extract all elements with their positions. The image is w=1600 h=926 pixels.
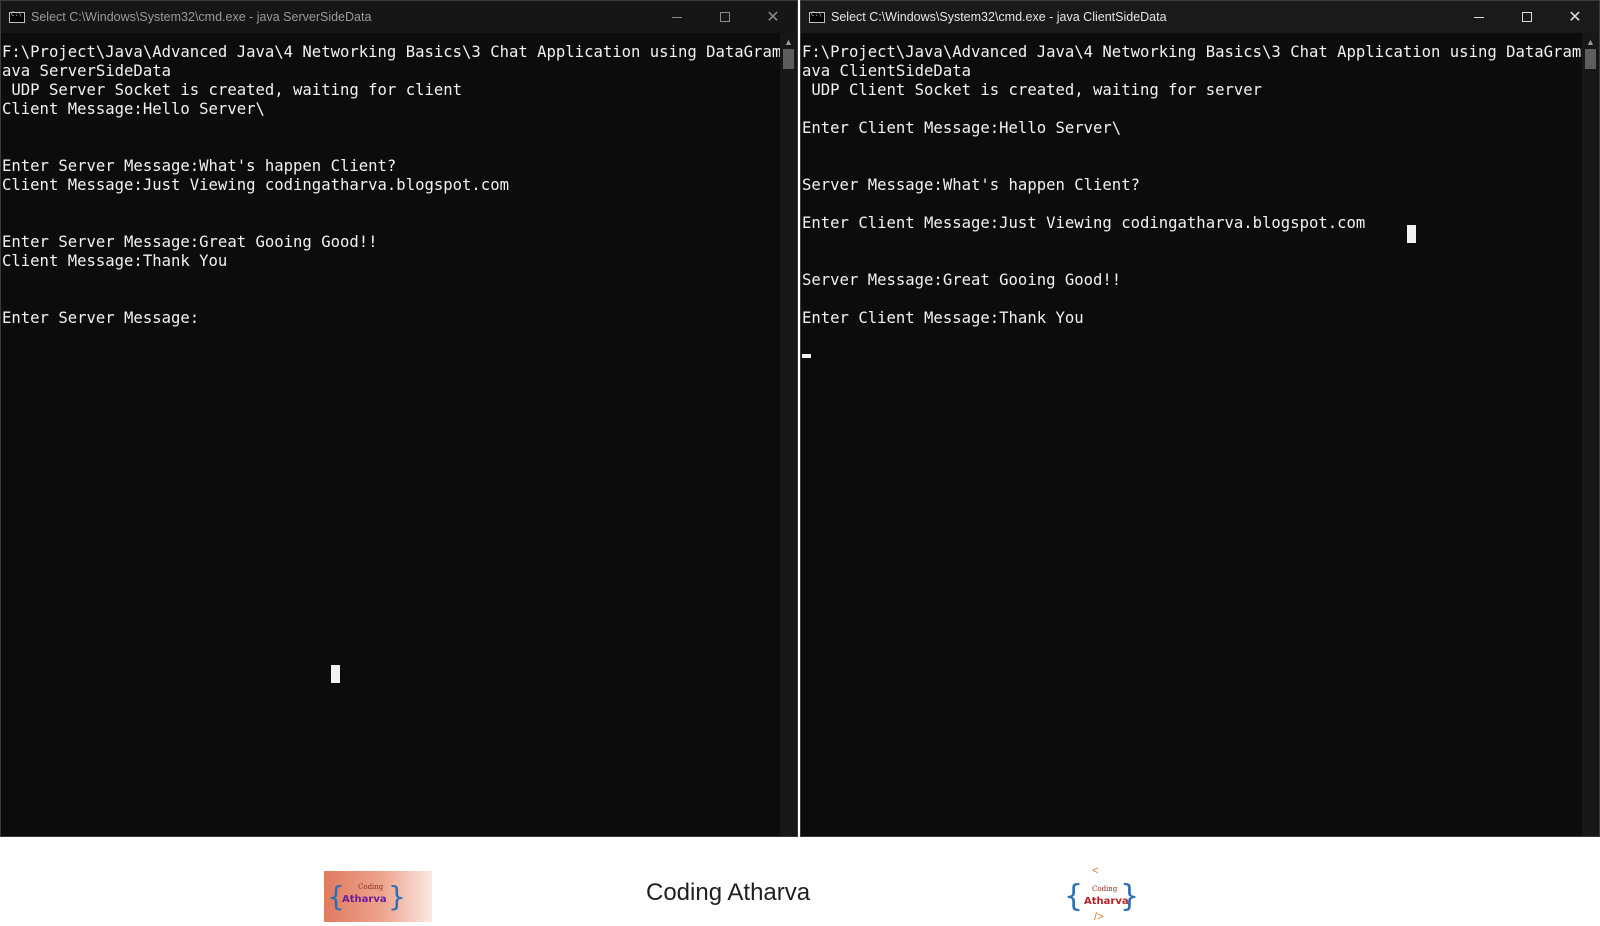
scroll-thumb[interactable]	[1585, 49, 1596, 69]
brace-right: }	[1120, 879, 1140, 914]
client-cmd-window[interactable]: Select C:\Windows\System32\cmd.exe - jav…	[800, 0, 1600, 837]
server-console-scrollbar[interactable]: ▲	[780, 33, 797, 836]
maximize-button[interactable]	[1503, 1, 1551, 33]
brand-name: Coding Atharva	[646, 879, 811, 906]
client-window-titlebar[interactable]: Select C:\Windows\System32\cmd.exe - jav…	[801, 1, 1599, 33]
console-line: Server Message:Great Gooing Good!!	[802, 271, 1122, 289]
maximize-button[interactable]	[701, 1, 749, 33]
brace-left: {	[1064, 879, 1084, 914]
cmd-app-icon	[9, 11, 25, 23]
console-cursor	[802, 354, 811, 358]
console-line: UDP Server Socket is created, waiting fo…	[2, 81, 463, 99]
console-line: F:\Project\Java\Advanced Java\4 Networki…	[2, 43, 798, 61]
client-window-title: Select C:\Windows\System32\cmd.exe - jav…	[831, 10, 1167, 24]
client-console-scrollbar[interactable]: ▲	[1582, 33, 1599, 836]
client-window-controls: ✕	[1455, 1, 1599, 33]
minimize-button[interactable]	[1455, 1, 1503, 33]
logo-lt: <	[1092, 865, 1099, 877]
console-line: Client Message:Hello Server\	[2, 100, 265, 118]
console-line: ava ClientSideData	[802, 62, 971, 80]
logo-big-text: Atharva	[342, 894, 387, 905]
logo-small-text: Coding	[1092, 885, 1118, 893]
console-line: Enter Server Message:Great Gooing Good!!	[2, 233, 378, 251]
console-line: Enter Client Message:Thank You	[802, 309, 1084, 327]
scroll-up-arrow-icon[interactable]: ▲	[1582, 37, 1599, 47]
console-line: Client Message:Just Viewing codingatharv…	[2, 176, 509, 194]
server-console-output[interactable]: F:\Project\Java\Advanced Java\4 Networki…	[1, 43, 798, 328]
console-line: Enter Server Message:	[2, 309, 200, 327]
console-line: Enter Server Message:What's happen Clien…	[2, 157, 397, 175]
coding-atharva-logo: < { Coding Atharva } />	[1062, 865, 1142, 926]
logo-small-text: Coding	[358, 883, 384, 891]
cmd-app-icon	[809, 11, 825, 23]
close-button[interactable]: ✕	[1551, 1, 1599, 33]
console-line: ava ServerSideData	[2, 62, 171, 80]
server-cmd-window[interactable]: Select C:\Windows\System32\cmd.exe - jav…	[0, 0, 798, 837]
console-line: Server Message:What's happen Client?	[802, 176, 1140, 194]
console-cursor	[331, 665, 340, 683]
logo-gt: />	[1094, 911, 1104, 923]
scroll-up-arrow-icon[interactable]: ▲	[780, 37, 797, 47]
close-button[interactable]: ✕	[749, 1, 797, 33]
client-console-output[interactable]: F:\Project\Java\Advanced Java\4 Networki…	[801, 43, 1600, 328]
minimize-button[interactable]	[653, 1, 701, 33]
mouse-text-cursor	[1407, 225, 1416, 243]
footer-banner: { Coding Atharva } Coding Atharva < { Co…	[0, 837, 1600, 923]
console-line: UDP Client Socket is created, waiting fo…	[802, 81, 1263, 99]
console-line: Client Message:Thank You	[2, 252, 228, 270]
server-window-titlebar[interactable]: Select C:\Windows\System32\cmd.exe - jav…	[1, 1, 797, 33]
brace-right: }	[388, 880, 406, 913]
scroll-thumb[interactable]	[783, 49, 794, 69]
console-line: Enter Client Message:Just Viewing coding…	[802, 214, 1366, 232]
server-window-controls: ✕	[653, 1, 797, 33]
coding-atharva-logo: { Coding Atharva }	[324, 871, 432, 922]
console-line: Enter Client Message:Hello Server\	[802, 119, 1122, 137]
console-line: F:\Project\Java\Advanced Java\4 Networki…	[802, 43, 1600, 61]
server-window-title: Select C:\Windows\System32\cmd.exe - jav…	[31, 10, 372, 24]
